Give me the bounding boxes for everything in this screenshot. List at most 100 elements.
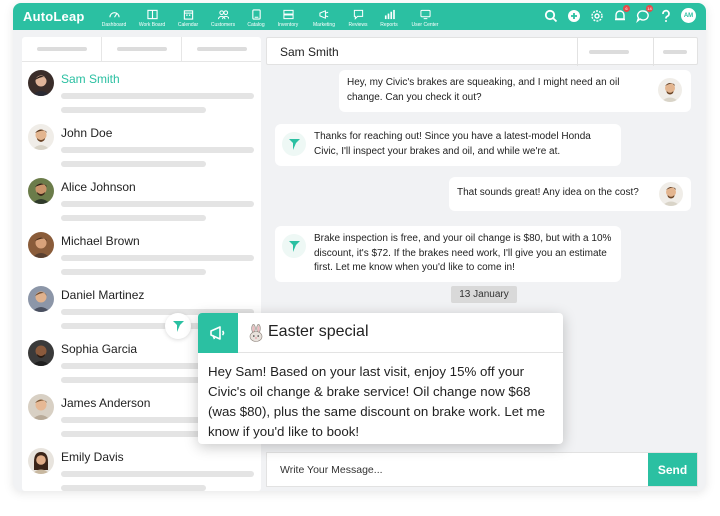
contact-name: Alice Johnson <box>61 180 136 194</box>
avatar <box>28 70 54 96</box>
contact-tab[interactable] <box>102 37 182 61</box>
settings-button[interactable] <box>589 8 604 23</box>
contact-name: Daniel Martinez <box>61 288 145 302</box>
preview-placeholder <box>61 107 206 113</box>
header-divider <box>577 38 578 66</box>
dashboard-icon <box>108 12 120 18</box>
nav-work-board[interactable]: Work Board <box>137 3 167 30</box>
brand-logo[interactable]: AutoLeap <box>23 9 93 24</box>
preview-placeholder <box>61 431 206 437</box>
nav-customers[interactable]: Customers <box>209 3 237 30</box>
contact-list-tabs <box>22 37 261 62</box>
preview-placeholder <box>61 147 254 153</box>
bunny-icon <box>249 324 263 342</box>
contact-item[interactable]: Sam Smith <box>22 64 261 118</box>
work-board-icon <box>146 9 158 20</box>
avatar <box>28 340 54 366</box>
search-icon <box>544 9 557 22</box>
notifications-button[interactable]: 6 <box>612 5 630 23</box>
preview-placeholder <box>61 377 206 383</box>
megaphone-icon <box>198 313 238 353</box>
preview-placeholder <box>61 215 206 221</box>
message-text: Thanks for reaching out! Since you have … <box>314 131 591 157</box>
nav-label: Customers <box>210 22 236 28</box>
nav-reviews[interactable]: Reviews <box>347 3 369 30</box>
autoleap-mark-icon <box>282 132 306 156</box>
promo-message-card[interactable]: Easter special Hey Sam! Based on your la… <box>198 313 563 444</box>
nav-reports[interactable]: Reports <box>378 3 400 30</box>
contact-name: John Doe <box>61 126 113 140</box>
nav-dashboard[interactable]: Dashboard <box>100 3 128 30</box>
contact-name: Sam Smith <box>61 72 120 86</box>
help-button[interactable] <box>658 8 673 23</box>
autoleap-mark-icon <box>282 234 306 258</box>
message-text: Brake inspection is free, and your oil c… <box>314 233 612 273</box>
avatar <box>28 394 54 420</box>
top-tools: 6 14 AM <box>535 5 696 23</box>
nav-label: Dashboard <box>101 22 127 28</box>
message-input[interactable] <box>267 453 649 486</box>
customer-message: Hey, my Civic's brakes are squeaking, an… <box>339 70 691 112</box>
send-button[interactable]: Send <box>648 453 697 486</box>
top-navigation-bar: AutoLeap Dashboard Work Board Calendar C… <box>13 3 706 30</box>
contact-item[interactable]: Emily Davis <box>22 442 261 491</box>
nav-catalog[interactable]: Catalog <box>246 3 266 30</box>
message-text: Hey, my Civic's brakes are squeaking, an… <box>347 77 620 103</box>
avatar <box>28 286 54 312</box>
nav-marketing[interactable]: Marketing <box>310 3 338 30</box>
contact-tab[interactable] <box>182 37 261 61</box>
header-action-placeholder[interactable] <box>589 50 629 54</box>
nav-label: Calendar <box>177 22 199 28</box>
contact-name: James Anderson <box>61 396 151 410</box>
user-avatar[interactable]: AM <box>681 8 696 23</box>
contact-name: Emily Davis <box>61 450 124 464</box>
marketing-icon <box>318 10 328 19</box>
messages-button[interactable]: 14 <box>635 5 653 23</box>
nav-inventory[interactable]: Inventory <box>275 3 301 30</box>
preview-placeholder <box>61 269 206 275</box>
nav-calendar[interactable]: Calendar <box>176 3 200 30</box>
contact-item[interactable]: Michael Brown <box>22 226 261 280</box>
nav-label: Marketing <box>313 22 335 28</box>
avatar <box>28 178 54 204</box>
promo-title: Easter special <box>268 323 369 340</box>
main-nav: Dashboard Work Board Calendar Customers … <box>100 3 450 30</box>
avatar <box>28 232 54 258</box>
gear-icon <box>590 9 603 22</box>
nav-label: Inventory <box>277 22 299 28</box>
conversation-title: Sam Smith <box>280 45 339 59</box>
preview-placeholder <box>61 201 254 207</box>
promo-header: Easter special <box>238 313 563 353</box>
add-button[interactable] <box>566 8 581 23</box>
header-divider <box>653 38 654 66</box>
calendar-icon <box>183 10 193 20</box>
shop-message: Thanks for reaching out! Since you have … <box>275 124 621 166</box>
message-text: That sounds great! Any idea on the cost? <box>457 187 639 198</box>
catalog-icon <box>251 9 261 20</box>
customers-icon <box>217 10 229 20</box>
user-center-icon <box>419 9 431 20</box>
preview-placeholder <box>61 93 254 99</box>
avatar <box>659 182 683 206</box>
avatar <box>658 78 682 102</box>
preview-placeholder <box>61 485 206 491</box>
autoleap-mark-icon <box>165 313 191 339</box>
contact-item[interactable]: Alice Johnson <box>22 172 261 226</box>
reviews-icon <box>353 9 363 20</box>
contact-tab[interactable] <box>22 37 102 61</box>
nav-label: Catalog <box>247 22 265 28</box>
contact-name: Michael Brown <box>61 234 140 248</box>
nav-label: User Center <box>411 22 439 28</box>
date-separator: 13 January <box>451 286 517 303</box>
question-icon <box>661 9 670 22</box>
header-action-placeholder[interactable] <box>663 50 687 54</box>
nav-label: Work Board <box>138 22 166 28</box>
contact-item[interactable]: John Doe <box>22 118 261 172</box>
preview-placeholder <box>61 471 254 477</box>
search-button[interactable] <box>543 8 558 23</box>
nav-user-center[interactable]: User Center <box>409 3 441 30</box>
message-badge: 14 <box>646 5 653 12</box>
plus-circle-icon <box>567 9 580 22</box>
avatar <box>28 448 54 474</box>
conversation-header: Sam Smith <box>266 37 698 66</box>
